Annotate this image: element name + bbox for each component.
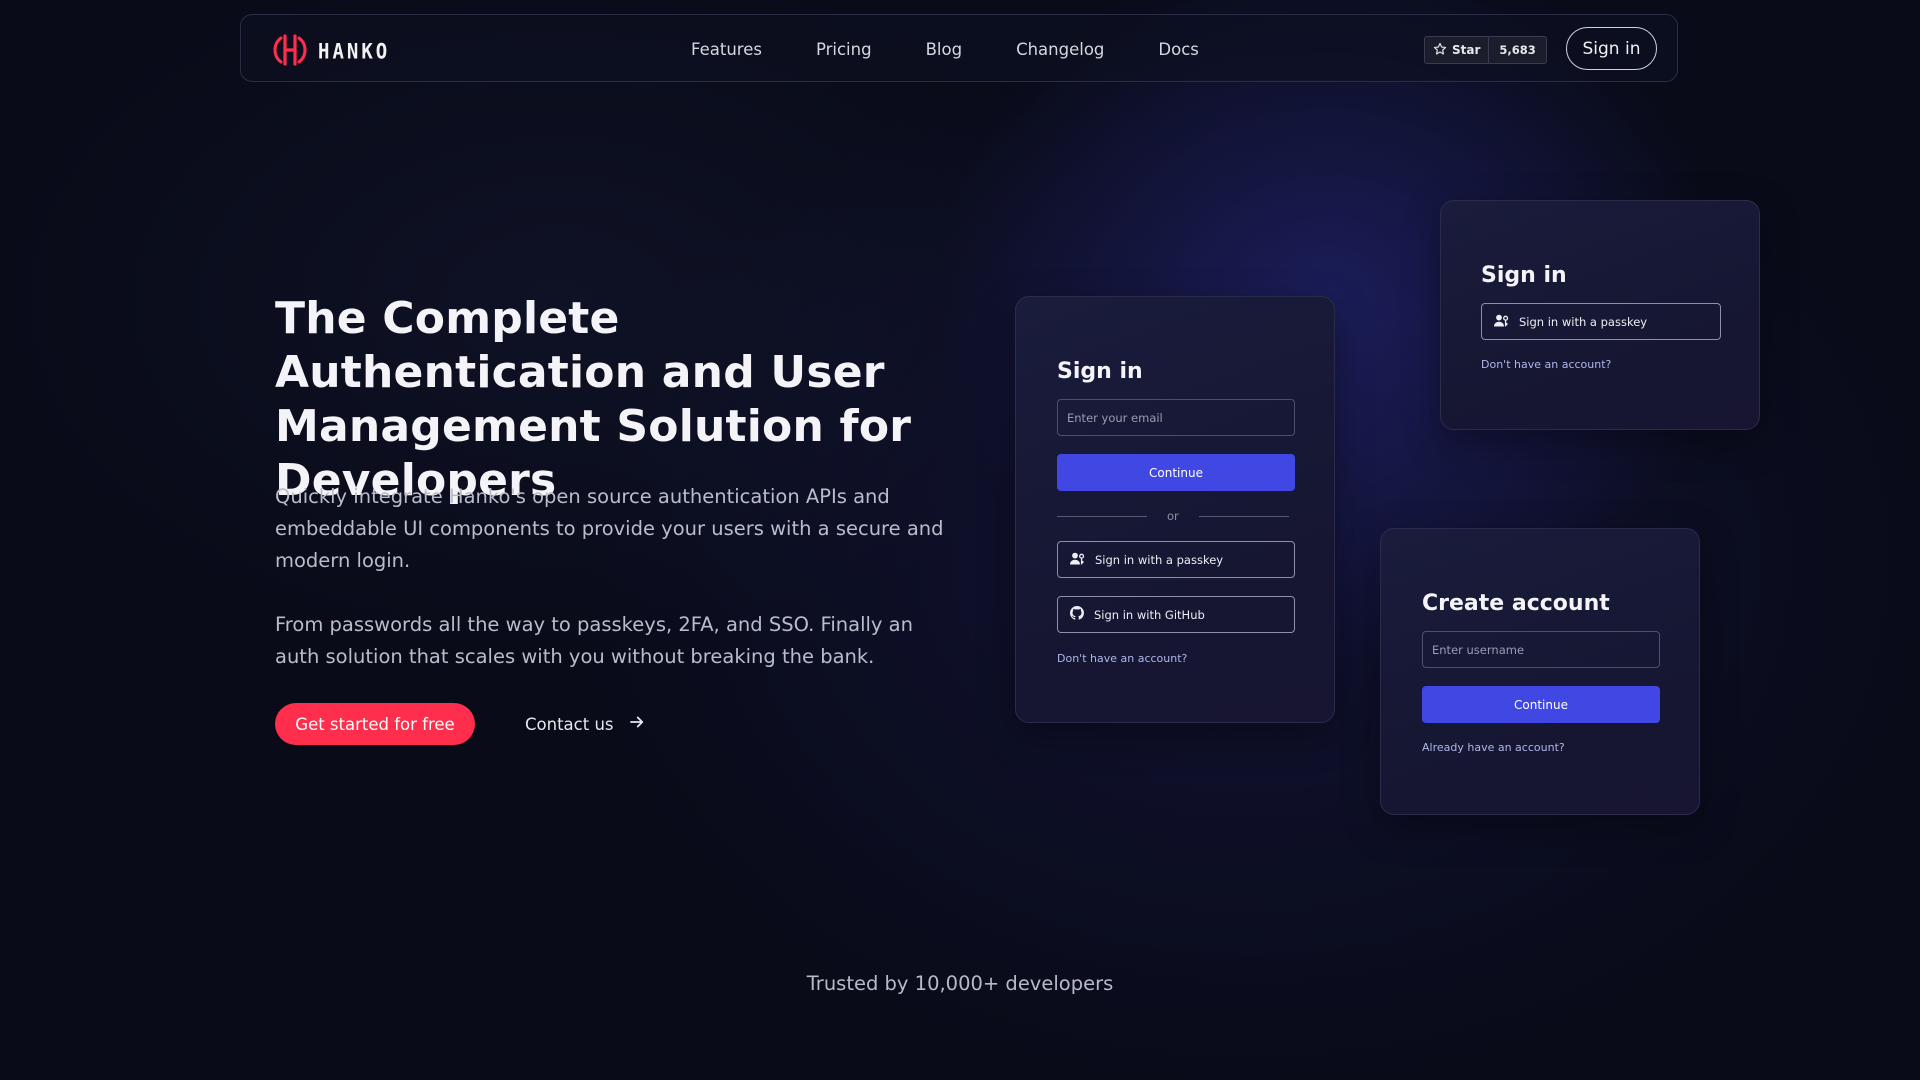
nav-link-changelog[interactable]: Changelog xyxy=(1016,40,1104,59)
nav-signin-button[interactable]: Sign in xyxy=(1566,27,1657,70)
no-account-link[interactable]: Don't have an account? xyxy=(1057,652,1187,665)
top-navigation: HANKO Features Pricing Blog Changelog Do… xyxy=(240,14,1678,82)
nav-link-blog[interactable]: Blog xyxy=(926,40,962,59)
star-icon xyxy=(1433,42,1447,59)
create-account-card: Create account Continue Already have an … xyxy=(1380,528,1700,815)
signin-passkey-card-title: Sign in xyxy=(1481,263,1567,288)
passkey-icon xyxy=(1494,314,1509,330)
github-icon xyxy=(1070,606,1084,623)
get-started-button[interactable]: Get started for free xyxy=(275,703,475,745)
username-input[interactable] xyxy=(1422,631,1660,668)
contact-us-link[interactable]: Contact us xyxy=(525,703,646,745)
signin-card-main: Sign in Continue or Sign in with a passk… xyxy=(1015,296,1335,723)
contact-us-label: Contact us xyxy=(525,714,614,734)
logo-wordmark: HANKO xyxy=(318,39,391,65)
have-account-link[interactable]: Already have an account? xyxy=(1422,741,1565,754)
divider-line-right xyxy=(1198,515,1289,517)
trusted-by-text: Trusted by 10,000+ developers xyxy=(806,972,1114,995)
nav-links: Features Pricing Blog Changelog Docs xyxy=(691,15,1253,83)
continue-button[interactable]: Continue xyxy=(1057,454,1295,491)
nav-link-pricing[interactable]: Pricing xyxy=(816,40,872,59)
logo[interactable]: HANKO xyxy=(271,31,390,73)
hero-paragraph-1: Quickly integrate Hanko's open source au… xyxy=(275,485,944,572)
nav-link-features[interactable]: Features xyxy=(691,40,762,59)
divider-line-left xyxy=(1057,515,1147,517)
github-signin-label: Sign in with GitHub xyxy=(1094,607,1205,622)
nav-link-docs[interactable]: Docs xyxy=(1158,40,1198,59)
passkey-signin-button[interactable]: Sign in with a passkey xyxy=(1057,541,1295,578)
passkey-signin-label-secondary: Sign in with a passkey xyxy=(1519,314,1648,329)
star-count: 5,683 xyxy=(1499,43,1536,57)
hero-paragraph-2: From passwords all the way to passkeys, … xyxy=(275,613,913,668)
passkey-icon xyxy=(1070,552,1085,568)
github-signin-button[interactable]: Sign in with GitHub xyxy=(1057,596,1295,633)
signin-card-title: Sign in xyxy=(1057,359,1143,384)
divider-text: or xyxy=(1167,509,1179,523)
star-text: Star xyxy=(1452,43,1481,57)
create-continue-button[interactable]: Continue xyxy=(1422,686,1660,723)
hero-title: The Complete Authentication and User Man… xyxy=(275,293,912,506)
github-star-label: Star xyxy=(1425,37,1490,63)
or-divider: or xyxy=(1057,509,1289,523)
passkey-signin-button-secondary[interactable]: Sign in with a passkey xyxy=(1481,303,1721,340)
passkey-signin-label: Sign in with a passkey xyxy=(1095,552,1224,567)
email-input[interactable] xyxy=(1057,399,1295,436)
create-account-title: Create account xyxy=(1422,591,1610,616)
hanko-logo-icon xyxy=(271,31,309,73)
github-star-button[interactable]: Star 5,683 xyxy=(1424,36,1547,64)
signin-card-passkey: Sign in Sign in with a passkey Don't hav… xyxy=(1440,200,1760,430)
arrow-right-icon xyxy=(628,713,646,735)
no-account-link-secondary[interactable]: Don't have an account? xyxy=(1481,358,1611,371)
